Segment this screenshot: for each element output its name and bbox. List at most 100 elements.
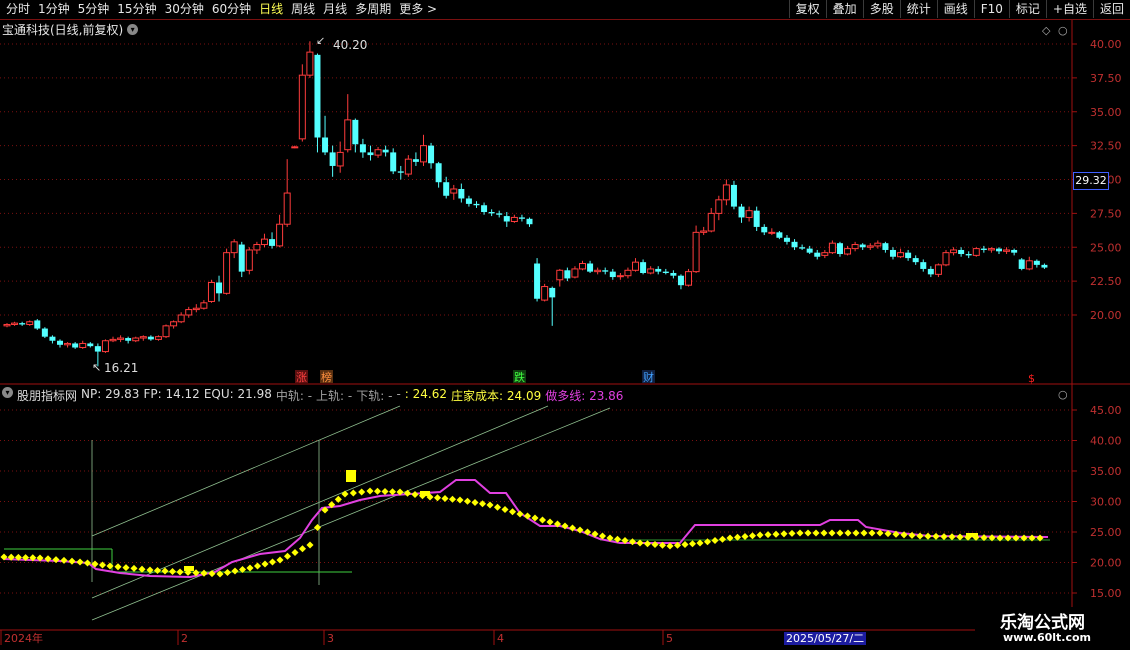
marker-dollar[interactable]: $ bbox=[1028, 372, 1035, 385]
indicator-name[interactable]: 股朋指标网 bbox=[17, 387, 77, 404]
candle-body bbox=[700, 230, 708, 233]
current-price-label: 29.32 bbox=[1073, 172, 1109, 190]
cost-dot bbox=[463, 497, 472, 505]
cost-dot bbox=[924, 532, 932, 540]
cost-dot bbox=[780, 530, 788, 538]
candle-body bbox=[359, 144, 366, 153]
candle-body bbox=[882, 243, 889, 250]
cost-dot bbox=[748, 532, 757, 540]
price-tick-label: 27.50 bbox=[1090, 207, 1122, 220]
high-label: 40.20 bbox=[333, 38, 367, 52]
price-tick-label: 35.00 bbox=[1090, 106, 1122, 119]
cost-dot bbox=[223, 568, 232, 577]
cost-dot bbox=[844, 529, 852, 537]
candle-body bbox=[216, 282, 223, 294]
candle-body bbox=[132, 337, 140, 342]
cost-dot bbox=[276, 556, 284, 564]
candle-body bbox=[980, 248, 987, 250]
cost-dot bbox=[1012, 534, 1020, 542]
marker-list[interactable]: 榜 bbox=[321, 370, 332, 384]
candle-body bbox=[670, 272, 677, 276]
close-indicator-icon[interactable]: ○ bbox=[1058, 388, 1068, 401]
cost-dot bbox=[696, 539, 704, 547]
candle-body bbox=[450, 188, 458, 194]
candle-body bbox=[685, 271, 693, 286]
cost-dot bbox=[828, 529, 836, 537]
cost-dot bbox=[726, 534, 734, 542]
diamond-icon[interactable]: ◇ bbox=[1042, 24, 1051, 37]
cost-dot bbox=[261, 560, 269, 568]
cost-dot bbox=[643, 540, 652, 548]
cost-dot bbox=[231, 567, 239, 575]
upper-value: 上轨: - bbox=[316, 389, 353, 403]
candle-body bbox=[94, 346, 101, 352]
cost-dot bbox=[812, 529, 820, 537]
candle-body bbox=[761, 226, 768, 233]
cost-dot bbox=[403, 489, 412, 497]
candle-body bbox=[579, 263, 587, 270]
candle-body bbox=[162, 325, 170, 338]
candle-body bbox=[1011, 249, 1018, 253]
cursor-date: 2025/05/27/二 bbox=[784, 632, 867, 645]
candle-body bbox=[549, 287, 556, 298]
cost-dot bbox=[996, 534, 1004, 542]
candle-body bbox=[253, 244, 261, 251]
candle-body bbox=[57, 340, 64, 345]
marker-finance[interactable]: 财 bbox=[643, 370, 654, 384]
cost-dot bbox=[508, 508, 517, 516]
candle-body bbox=[821, 252, 829, 256]
candle-body bbox=[920, 262, 927, 269]
price-tick-label: 22.50 bbox=[1090, 275, 1122, 288]
cost-dot bbox=[681, 540, 689, 549]
candle-body bbox=[101, 340, 109, 353]
marker-fall[interactable]: 跌 bbox=[514, 370, 525, 384]
cost-dot bbox=[916, 532, 924, 540]
cost-dot bbox=[718, 535, 727, 543]
candle-body bbox=[109, 338, 117, 342]
kline-chart[interactable]: 40.00 37.50 35.00 32.50 30.00 27.50 25.00 22.50… bbox=[0, 0, 1130, 650]
marker-rise[interactable]: 涨 bbox=[296, 371, 307, 384]
candle-body bbox=[435, 163, 442, 183]
candle-body bbox=[344, 119, 352, 151]
chevron-down-icon[interactable]: ▾ bbox=[2, 387, 13, 398]
candle-body bbox=[177, 314, 185, 323]
cost-dot bbox=[788, 529, 796, 537]
bull-line-value: 做多线: 23.86 bbox=[545, 389, 624, 403]
candle-body bbox=[958, 249, 965, 255]
candle-body bbox=[11, 322, 19, 325]
candle-body bbox=[518, 217, 525, 219]
cost-dot bbox=[60, 556, 68, 564]
cost-dot bbox=[349, 489, 357, 497]
candle-body bbox=[428, 145, 435, 164]
price-tick-label: 37.50 bbox=[1090, 72, 1122, 85]
cost-dot bbox=[860, 529, 868, 537]
price-tick-label: 40.00 bbox=[1090, 38, 1122, 51]
cost-dot bbox=[932, 532, 940, 540]
candle-body bbox=[443, 182, 450, 196]
close-icon[interactable]: ○ bbox=[1058, 24, 1068, 37]
candle-body bbox=[1018, 259, 1025, 269]
candle-body bbox=[298, 74, 306, 140]
candle-body bbox=[927, 268, 934, 275]
price-tick-label: 20.00 bbox=[1090, 309, 1122, 322]
date-label: 5 bbox=[666, 632, 673, 645]
candle-body bbox=[647, 268, 655, 274]
np-value: NP: 29.83 bbox=[81, 387, 140, 401]
cost-dot bbox=[298, 545, 307, 553]
indicator-tick-label: 40.00 bbox=[1090, 435, 1122, 448]
candlesticks bbox=[3, 41, 1048, 367]
candle-body bbox=[397, 171, 404, 173]
indicator-tick-label: 35.00 bbox=[1090, 465, 1122, 478]
cost-dot bbox=[1036, 534, 1044, 542]
candle-body bbox=[419, 145, 427, 163]
cost-dot bbox=[456, 496, 464, 504]
candle-body bbox=[496, 213, 503, 215]
signal-square bbox=[420, 491, 430, 496]
candle-body bbox=[995, 248, 1002, 252]
candle-body bbox=[64, 342, 72, 346]
candle-body bbox=[41, 328, 48, 337]
cost-dot bbox=[703, 538, 712, 546]
candle-body bbox=[836, 243, 843, 255]
cost-dot bbox=[68, 557, 76, 565]
high-arrow: ↙ bbox=[316, 34, 325, 47]
